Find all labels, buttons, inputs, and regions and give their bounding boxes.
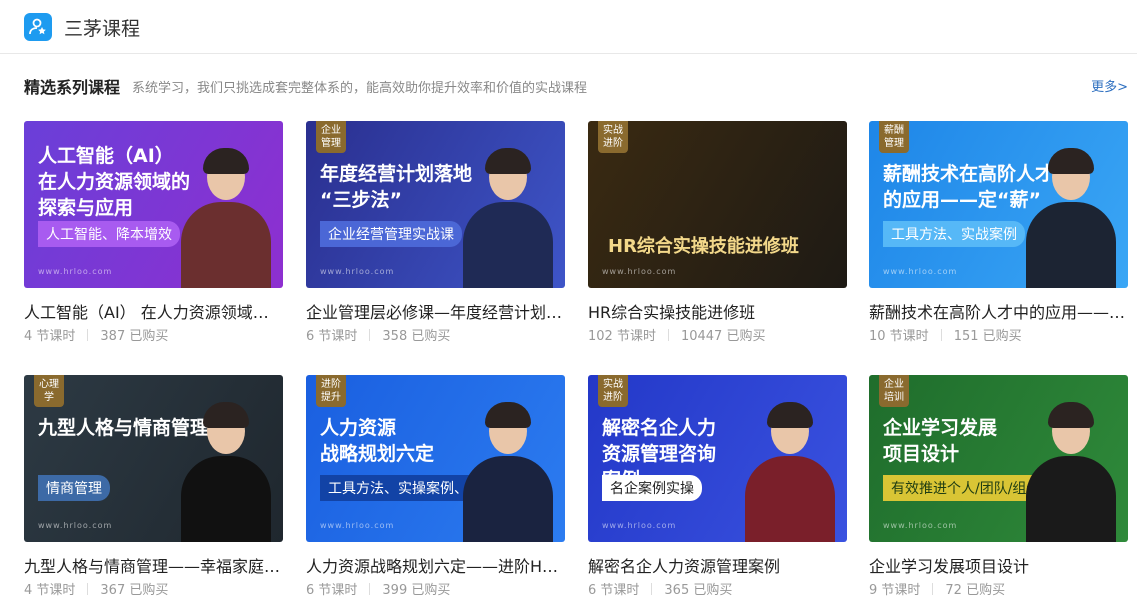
category-badge: 企业 管理 [316, 121, 346, 153]
thumbnail-watermark: www.hrloo.com [320, 267, 395, 276]
thumbnail-tagline: HR综合实操技能进修班 [608, 236, 799, 257]
course-card[interactable]: 企业 管理 年度经营计划落地 “三步法” 企业经营管理实战课 www.hrloo… [306, 121, 565, 353]
course-thumbnail[interactable]: 实战 进阶 解密名企人力 资源管理咨询 案例 名企案例实操 www.hrloo.… [588, 375, 847, 542]
thumbnail-tagline: 企业经营管理实战课 [320, 221, 462, 247]
instructor-photo [1022, 148, 1118, 288]
thumbnail-headline: 人力资源 战略规划六定 [320, 417, 435, 465]
course-title[interactable]: 人工智能（AI） 在人力资源领域的探索与应用 [24, 299, 283, 323]
lesson-count: 10 节课时 [869, 329, 929, 344]
section-description: 系统学习，我们只挑选成套完整体系的，能高效助你提升效率和价值的实战课程 [132, 81, 588, 96]
thumbnail-tagline: 工具方法、实战案例 [883, 221, 1025, 247]
course-thumbnail[interactable]: 进阶 提升 人力资源 战略规划六定 工具方法、实操案例、设计策略 www.hrl… [306, 375, 565, 542]
buyer-count: 387 已购买 [100, 329, 169, 344]
category-badge: 心理学 [34, 375, 64, 407]
buyer-count: 151 已购买 [953, 329, 1022, 344]
course-title[interactable]: 企业学习发展项目设计 [869, 553, 1128, 577]
category-badge: 薪酬 管理 [879, 121, 909, 153]
thumbnail-watermark: www.hrloo.com [38, 521, 113, 530]
course-card[interactable]: 心理学 九型人格与情商管理 情商管理 www.hrloo.com 九型人格与情商… [24, 375, 283, 607]
meta-divider [369, 329, 371, 341]
lesson-count: 4 节课时 [24, 583, 76, 598]
thumbnail-headline: 年度经营计划落地 “三步法” [320, 163, 473, 211]
course-meta: 6 节课时 365 已购买 [588, 579, 732, 598]
instructor-photo [459, 148, 555, 288]
course-title[interactable]: 薪酬技术在高阶人才中的应用——定“薪” [869, 299, 1128, 323]
section-header: 精选系列课程 系统学习，我们只挑选成套完整体系的，能高效助你提升效率和价值的实战… [24, 74, 1128, 97]
course-meta: 102 节课时 10447 已购买 [588, 325, 765, 344]
thumbnail-tagline: 人工智能、降本增效 [38, 221, 180, 247]
course-thumbnail[interactable]: 企业 管理 年度经营计划落地 “三步法” 企业经营管理实战课 www.hrloo… [306, 121, 565, 288]
buyer-count: 72 已购买 [945, 583, 1006, 598]
course-meta: 6 节课时 399 已购买 [306, 579, 450, 598]
person-star-icon[interactable] [24, 13, 52, 41]
instructor-photo [459, 402, 555, 542]
meta-divider [87, 583, 89, 595]
buyer-count: 399 已购买 [382, 583, 451, 598]
thumbnail-tagline: 情商管理 [38, 475, 110, 501]
course-thumbnail[interactable]: 心理学 九型人格与情商管理 情商管理 www.hrloo.com [24, 375, 283, 542]
meta-divider [932, 583, 934, 595]
buyer-count: 367 已购买 [100, 583, 169, 598]
buyer-count: 358 已购买 [382, 329, 451, 344]
course-card[interactable]: 企业 培训 企业学习发展 项目设计 有效推进个人/团队/组织目标落地 www.h… [869, 375, 1128, 607]
thumbnail-watermark: www.hrloo.com [883, 521, 958, 530]
thumbnail-headline: 人工智能（AI） 在人力资源领域的 探索与应用 [38, 145, 191, 219]
course-meta: 4 节课时 387 已购买 [24, 325, 168, 344]
lesson-count: 6 节课时 [306, 583, 358, 598]
lesson-count: 9 节课时 [869, 583, 921, 598]
course-meta: 4 节课时 367 已购买 [24, 579, 168, 598]
buyer-count: 365 已购买 [664, 583, 733, 598]
course-card[interactable]: 实战 进阶 解密名企人力 资源管理咨询 案例 名企案例实操 www.hrloo.… [588, 375, 847, 607]
course-title[interactable]: 人力资源战略规划六定——进阶HR管理层的第一课 [306, 553, 565, 577]
course-card[interactable]: 进阶 提升 人力资源 战略规划六定 工具方法、实操案例、设计策略 www.hrl… [306, 375, 565, 607]
meta-divider [369, 583, 371, 595]
instructor-photo [177, 402, 273, 542]
course-thumbnail[interactable]: 实战 进阶 HR综合实操技能进修班 www.hrloo.com [588, 121, 847, 288]
top-bar: 三茅课程 [0, 0, 1137, 54]
more-link[interactable]: 更多> [1091, 76, 1128, 95]
section-title: 精选系列课程 [24, 78, 121, 97]
instructor-photo [741, 402, 837, 542]
lesson-count: 6 节课时 [306, 329, 358, 344]
course-card[interactable]: 人工智能（AI） 在人力资源领域的 探索与应用 人工智能、降本增效 www.hr… [24, 121, 283, 353]
lesson-count: 4 节课时 [24, 329, 76, 344]
lesson-count: 102 节课时 [588, 329, 656, 344]
thumbnail-watermark: www.hrloo.com [320, 521, 395, 530]
course-card[interactable]: 薪酬 管理 薪酬技术在高阶人才中 的应用——定“薪” 工具方法、实战案例 www… [869, 121, 1128, 353]
buyer-count: 10447 已购买 [680, 329, 766, 344]
course-title[interactable]: HR综合实操技能进修班 [588, 299, 847, 323]
course-thumbnail[interactable]: 企业 培训 企业学习发展 项目设计 有效推进个人/团队/组织目标落地 www.h… [869, 375, 1128, 542]
course-title[interactable]: 九型人格与情商管理——幸福家庭、职场秘籍课 [24, 553, 283, 577]
app-title[interactable]: 三茅课程 [64, 14, 140, 41]
thumbnail-tagline: 名企案例实操 [602, 475, 702, 501]
meta-divider [651, 583, 653, 595]
thumbnail-watermark: www.hrloo.com [883, 267, 958, 276]
course-thumbnail[interactable]: 薪酬 管理 薪酬技术在高阶人才中 的应用——定“薪” 工具方法、实战案例 www… [869, 121, 1128, 288]
course-meta: 9 节课时 72 已购买 [869, 579, 1005, 598]
category-badge: 实战 进阶 [598, 121, 628, 153]
instructor-photo [177, 148, 273, 288]
instructor-photo [1022, 402, 1118, 542]
course-title[interactable]: 企业管理层必修课—年度经营计划落地“三步法” [306, 299, 565, 323]
course-meta: 6 节课时 358 已购买 [306, 325, 450, 344]
lesson-count: 6 节课时 [588, 583, 640, 598]
course-title[interactable]: 解密名企人力资源管理案例 [588, 553, 847, 577]
category-badge: 进阶 提升 [316, 375, 346, 407]
category-badge: 企业 培训 [879, 375, 909, 407]
thumbnail-watermark: www.hrloo.com [38, 267, 113, 276]
course-thumbnail[interactable]: 人工智能（AI） 在人力资源领域的 探索与应用 人工智能、降本增效 www.hr… [24, 121, 283, 288]
thumbnail-headline: 企业学习发展 项目设计 [883, 417, 998, 465]
meta-divider [667, 329, 669, 341]
meta-divider [87, 329, 89, 341]
course-meta: 10 节课时 151 已购买 [869, 325, 1022, 344]
category-badge: 实战 进阶 [598, 375, 628, 407]
course-card[interactable]: 实战 进阶 HR综合实操技能进修班 www.hrloo.com HR综合实操技能… [588, 121, 847, 353]
meta-divider [940, 329, 942, 341]
thumbnail-watermark: www.hrloo.com [602, 267, 677, 276]
thumbnail-watermark: www.hrloo.com [602, 521, 677, 530]
